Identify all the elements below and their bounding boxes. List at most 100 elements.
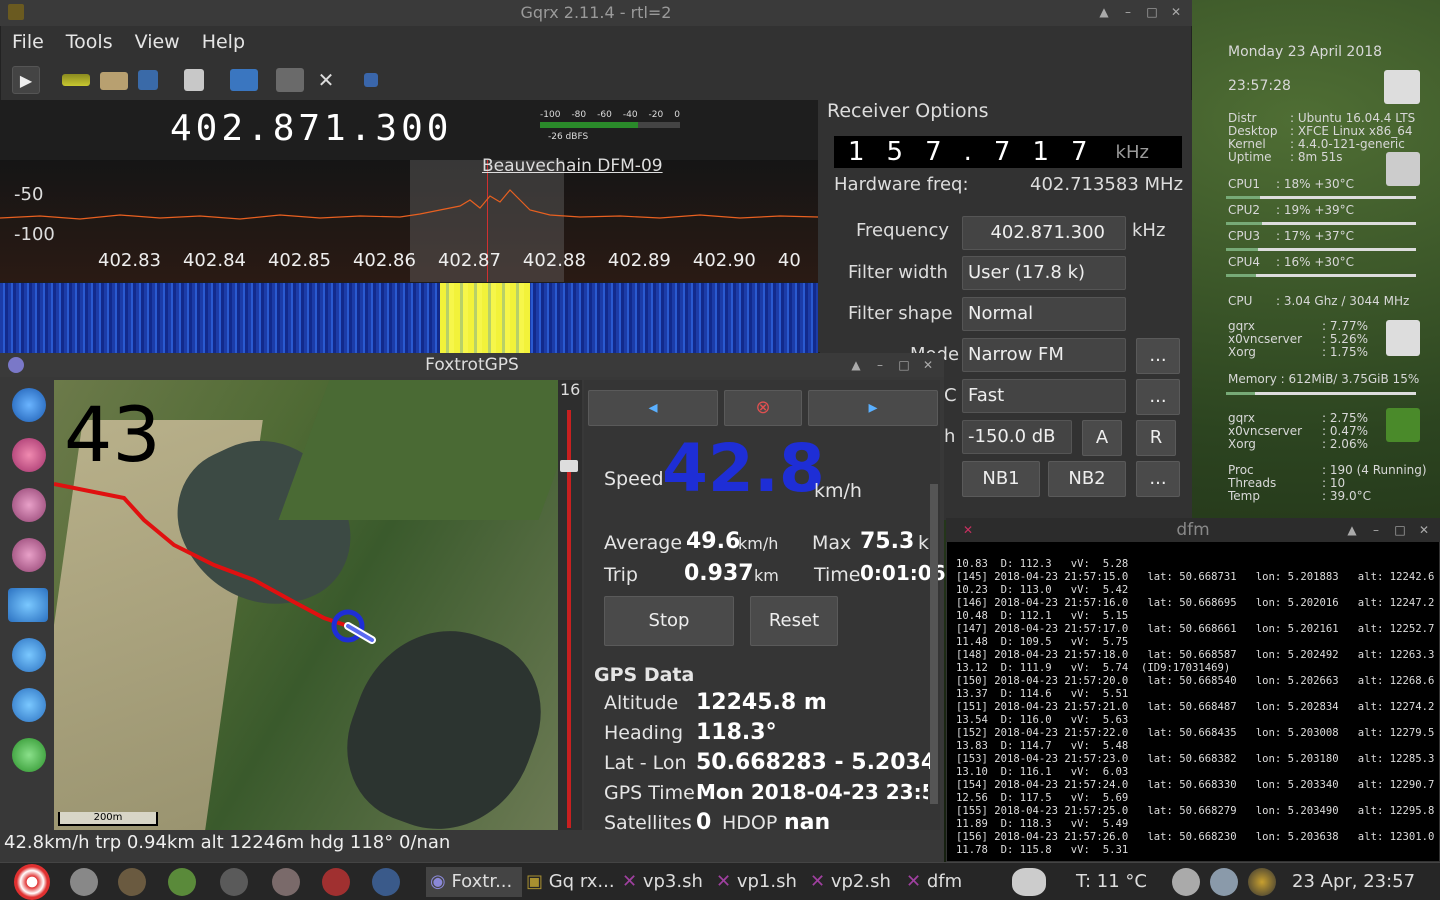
minimize-icon[interactable]: –	[1120, 4, 1136, 20]
close-icon[interactable]: ✕	[1416, 522, 1432, 538]
terminal-task-icon: ✕	[810, 871, 831, 892]
maximize-icon[interactable]: □	[1392, 522, 1408, 538]
play-icon[interactable]: ▶	[12, 66, 40, 94]
maximize-icon[interactable]: □	[896, 357, 912, 373]
zoom-in-icon[interactable]	[12, 488, 46, 522]
mode-options-button[interactable]: ...	[1136, 338, 1180, 374]
close-icon[interactable]: ✕	[920, 357, 936, 373]
bookmark-label[interactable]: Beauvechain DFM-09	[482, 156, 663, 176]
panel-scrollbar[interactable]	[930, 484, 938, 804]
dfm-titlebar[interactable]: dfm ✕ ▲ – □ ✕	[946, 518, 1440, 542]
agc-select[interactable]: Fast	[962, 379, 1126, 413]
spectrum-plot[interactable]: -50 -100 Beauvechain DFM-09 402.83 402.8…	[0, 156, 818, 282]
launcher-icon[interactable]	[220, 868, 248, 896]
maximize-icon[interactable]: □	[1144, 4, 1160, 20]
heading-label: Heading	[604, 722, 684, 744]
close-icon[interactable]: ✕	[1168, 4, 1184, 20]
launcher-icon[interactable]	[70, 868, 98, 896]
squelch-reset-button[interactable]: R	[1136, 420, 1176, 456]
gqrx-titlebar[interactable]: Gqrx 2.11.4 - rtl=2 ▲ – □ ✕	[0, 0, 1192, 26]
frequency-readout[interactable]: 402.871.300	[170, 108, 452, 149]
weather-cloud-icon[interactable]	[1012, 868, 1046, 896]
launcher-icon[interactable]	[372, 868, 400, 896]
previous-icon[interactable]	[12, 688, 46, 722]
offset-digit[interactable]: 7	[925, 137, 942, 167]
filter-width-select[interactable]: User (17.8 k)	[962, 256, 1126, 290]
reset-button[interactable]: Reset	[750, 596, 838, 646]
offset-readout[interactable]: 1 5 7 . 7 1 7 kHz	[834, 136, 1182, 168]
task-vp2[interactable]: ✕ vp2.sh	[810, 867, 900, 897]
minimize-icon[interactable]: –	[1368, 522, 1384, 538]
menu-help[interactable]: Help	[202, 31, 245, 53]
x-tick: 402.84	[182, 250, 246, 271]
back-icon[interactable]	[8, 588, 48, 622]
zoom-slider[interactable]: 16	[558, 380, 582, 830]
autocenter-icon[interactable]	[12, 438, 46, 472]
squelch-input[interactable]: -150.0 dB	[962, 420, 1072, 454]
launcher-icon[interactable]	[322, 868, 350, 896]
nb-options-button[interactable]: ...	[1136, 461, 1180, 497]
save-icon[interactable]	[138, 70, 158, 90]
tray-icon[interactable]	[1172, 868, 1200, 896]
squelch-auto-button[interactable]: A	[1082, 420, 1122, 456]
tray-icon[interactable]	[1210, 868, 1238, 896]
menu-tools[interactable]: Tools	[66, 31, 113, 53]
average-label: Average	[604, 532, 683, 554]
task-foxtrot[interactable]: ◉ Foxtr...	[426, 867, 522, 897]
offset-digit[interactable]: 1	[848, 137, 865, 167]
bookmark-icon[interactable]	[184, 69, 204, 91]
config-icon[interactable]	[364, 73, 378, 87]
frequency-input[interactable]: 402.871.300	[962, 216, 1126, 250]
zoom-track[interactable]	[567, 410, 571, 828]
clock[interactable]: 23 Apr, 23:57	[1292, 867, 1415, 897]
foxtrot-titlebar[interactable]: FoxtrotGPS ▲ – □ ✕	[0, 353, 944, 377]
agc-options-button[interactable]: ...	[1136, 379, 1180, 415]
stop-button[interactable]: Stop	[604, 596, 734, 646]
weather-temp[interactable]: T: 11 °C	[1076, 867, 1147, 897]
prev-page-button[interactable]: ◂	[588, 390, 718, 426]
keep-above-icon[interactable]: ▲	[1096, 4, 1112, 20]
forward-icon[interactable]	[12, 638, 46, 672]
mode-select[interactable]: Narrow FM	[962, 338, 1126, 372]
zoom-out-icon[interactable]	[12, 538, 46, 572]
task-vp3[interactable]: ✕ vp3.sh	[622, 867, 712, 897]
task-gqrx[interactable]: ▣ Gq rx...	[526, 867, 618, 897]
menu-launcher-icon[interactable]	[14, 864, 50, 900]
task-vp1[interactable]: ✕ vp1.sh	[716, 867, 802, 897]
keep-above-icon[interactable]: ▲	[848, 357, 864, 373]
offset-digit: .	[963, 137, 972, 167]
offset-digit[interactable]: 7	[994, 137, 1011, 167]
terminal-line: [147] 2018-04-23 21:57:17.0 lat: 50.6686…	[956, 623, 1440, 635]
cpu-value: : 17% +37°C	[1276, 229, 1355, 243]
task-dfm[interactable]: ✕ dfm	[906, 867, 976, 897]
keep-above-icon[interactable]: ▲	[1344, 522, 1360, 538]
close-panel-button[interactable]: ⊗	[724, 390, 802, 426]
menu-file[interactable]: File	[12, 31, 44, 53]
waterfall[interactable]	[0, 283, 818, 353]
open-folder-icon[interactable]	[100, 72, 128, 90]
nb2-button[interactable]: NB2	[1048, 461, 1126, 497]
device-icon[interactable]	[62, 74, 90, 86]
offset-digit[interactable]: 1	[1032, 137, 1049, 167]
menubar: File Tools View Help	[0, 28, 1192, 56]
remote-control-icon[interactable]	[276, 68, 304, 92]
launcher-icon[interactable]	[118, 868, 146, 896]
nb1-button[interactable]: NB1	[962, 461, 1040, 497]
launcher-icon[interactable]	[168, 868, 196, 896]
offset-digit[interactable]: 7	[1071, 137, 1088, 167]
info-icon[interactable]	[12, 388, 46, 422]
minimize-icon[interactable]: –	[872, 357, 888, 373]
launcher-icon[interactable]	[272, 868, 300, 896]
speaker-icon[interactable]	[1248, 868, 1276, 896]
download-icon[interactable]	[12, 738, 46, 772]
zoom-handle[interactable]	[560, 460, 578, 472]
menu-view[interactable]: View	[135, 31, 180, 53]
terminal-output[interactable]: 10.83 D: 112.3 vV: 5.28 [145] 2018-04-23 …	[956, 545, 1440, 859]
settings-tools-icon[interactable]: ✕	[312, 66, 340, 94]
filter-shape-select[interactable]: Normal	[962, 297, 1126, 331]
offset-digit[interactable]: 5	[887, 137, 904, 167]
waveform-icon[interactable]	[230, 69, 258, 91]
next-page-button[interactable]: ▸	[808, 390, 938, 426]
map-view[interactable]: 43 200m	[54, 380, 558, 830]
proc-value: : 7.77%	[1322, 319, 1368, 333]
